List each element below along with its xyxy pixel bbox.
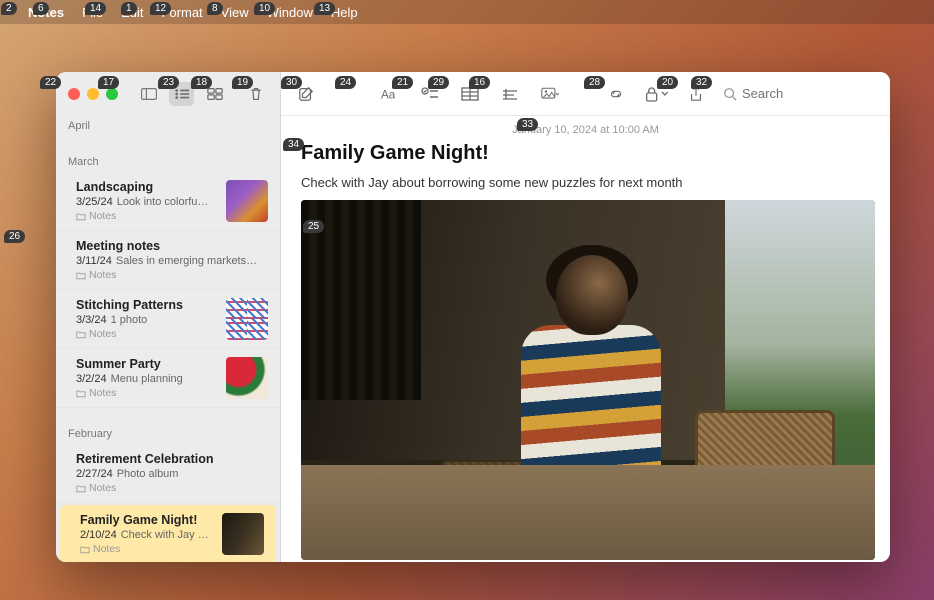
lock-icon — [643, 86, 660, 102]
note-title: Summer Party — [76, 357, 218, 371]
folder-icon — [76, 330, 86, 339]
note-thumbnail — [226, 298, 268, 340]
note-date: 2/10/24 — [80, 529, 117, 541]
search-icon — [723, 87, 737, 101]
note-folder: Notes — [76, 328, 218, 340]
sidebar: April March Landscaping 3/25/24 Look into… — [56, 72, 281, 562]
section-march: March — [56, 152, 280, 172]
note-item-summer[interactable]: Summer Party 3/2/24 Menu planning Notes — [56, 349, 280, 408]
menu-window[interactable]: Window — [267, 5, 313, 20]
share-icon — [687, 86, 705, 102]
note-folder: Notes — [76, 482, 268, 494]
note-title: Retirement Celebration — [76, 452, 268, 466]
minimize-button[interactable] — [87, 88, 99, 100]
note-item-retirement[interactable]: Retirement Celebration 2/27/24 Photo albu… — [56, 444, 280, 503]
folder-icon — [76, 389, 86, 398]
hint-26: 26 — [4, 230, 25, 243]
share-button[interactable] — [683, 82, 709, 106]
trash-icon — [248, 87, 264, 101]
photo-icon — [541, 86, 559, 102]
note-timestamp: January 10, 2024 at 10:00 AM — [281, 116, 890, 140]
note-item-landscaping[interactable]: Landscaping 3/25/24 Look into colorfu… No… — [56, 172, 280, 231]
note-preview: Look into colorfu… — [117, 196, 209, 208]
toggle-sidebar-button[interactable] — [136, 82, 161, 106]
table-button[interactable] — [457, 82, 483, 106]
note-folder: Notes — [76, 210, 218, 222]
table-icon — [461, 86, 479, 102]
note-date: 3/2/24 — [76, 373, 107, 385]
search-input[interactable] — [742, 86, 862, 101]
chevron-down-icon — [661, 90, 669, 98]
note-item-stitching[interactable]: Stitching Patterns 3/3/24 1 photo Notes — [56, 290, 280, 349]
note-body[interactable]: January 10, 2024 at 10:00 AM Family Game… — [281, 116, 890, 562]
folder-icon — [76, 212, 86, 221]
note-preview: Check with Jay a… — [121, 529, 214, 541]
note-folder: Notes — [80, 543, 214, 555]
note-preview: Menu planning — [111, 373, 183, 385]
text-format-icon: Aa — [381, 86, 399, 102]
menubar: Notes File Edit Format View Window Help — [0, 0, 934, 24]
compose-icon — [297, 86, 315, 102]
list-view-button[interactable] — [169, 82, 194, 106]
note-folder: Notes — [76, 387, 218, 399]
alignment-icon — [501, 86, 519, 102]
note-item-gamenight[interactable]: Family Game Night! 2/10/24 Check with Jay… — [60, 505, 276, 562]
close-button[interactable] — [68, 88, 80, 100]
link-button[interactable] — [603, 82, 629, 106]
folder-icon — [80, 545, 90, 554]
titlebar-left — [56, 72, 280, 116]
menu-format[interactable]: Format — [161, 5, 202, 20]
format-button[interactable]: Aa — [377, 82, 403, 106]
traffic-lights — [68, 88, 118, 100]
menu-app[interactable]: Notes — [28, 5, 64, 20]
content-area: Aa — [281, 72, 890, 562]
note-date: 3/3/24 — [76, 314, 107, 326]
note-thumbnail — [226, 180, 268, 222]
note-title: Meeting notes — [76, 239, 268, 253]
note-date: 3/25/24 — [76, 196, 113, 208]
note-title: Landscaping — [76, 180, 218, 194]
checklist-button[interactable] — [417, 82, 443, 106]
folder-icon — [76, 271, 86, 280]
zoom-button[interactable] — [106, 88, 118, 100]
sidebar-icon — [141, 87, 157, 101]
note-thumbnail — [226, 357, 268, 399]
checklist-icon — [421, 86, 439, 102]
note-preview: Sales in emerging markets… — [116, 255, 257, 267]
delete-button[interactable] — [243, 82, 268, 106]
gallery-view-button[interactable] — [202, 82, 227, 106]
note-title: Family Game Night! — [80, 513, 214, 527]
note-date: 2/27/24 — [76, 468, 113, 480]
section-february: February — [56, 424, 280, 444]
note-paragraph[interactable]: Check with Jay about borrowing some new … — [281, 175, 890, 200]
toolbar: Aa — [281, 72, 890, 116]
note-date: 3/11/24 — [76, 255, 112, 267]
menu-file[interactable]: File — [82, 5, 103, 20]
note-heading[interactable]: Family Game Night! — [281, 140, 890, 175]
note-preview: 1 photo — [111, 314, 148, 326]
svg-text:Aa: Aa — [381, 88, 396, 101]
notes-window: April March Landscaping 3/25/24 Look into… — [56, 72, 890, 562]
menu-edit[interactable]: Edit — [121, 5, 143, 20]
note-title: Stitching Patterns — [76, 298, 218, 312]
link-icon — [607, 86, 625, 102]
folder-icon — [76, 484, 86, 493]
alignment-button[interactable] — [497, 82, 523, 106]
list-icon — [174, 87, 190, 101]
media-button[interactable] — [537, 82, 563, 106]
note-folder: Notes — [76, 269, 268, 281]
lock-button[interactable] — [643, 82, 669, 106]
note-image[interactable] — [301, 200, 875, 560]
note-item-meeting[interactable]: Meeting notes 3/11/24 Sales in emerging m… — [56, 231, 280, 290]
note-preview: Photo album — [117, 468, 179, 480]
notes-list[interactable]: April March Landscaping 3/25/24 Look into… — [56, 116, 280, 562]
grid-icon — [207, 87, 223, 101]
menu-view[interactable]: View — [221, 5, 249, 20]
search-field[interactable] — [723, 86, 878, 101]
section-april: April — [56, 116, 280, 136]
new-note-button[interactable] — [293, 82, 319, 106]
note-thumbnail — [222, 513, 264, 555]
menu-help[interactable]: Help — [331, 5, 358, 20]
